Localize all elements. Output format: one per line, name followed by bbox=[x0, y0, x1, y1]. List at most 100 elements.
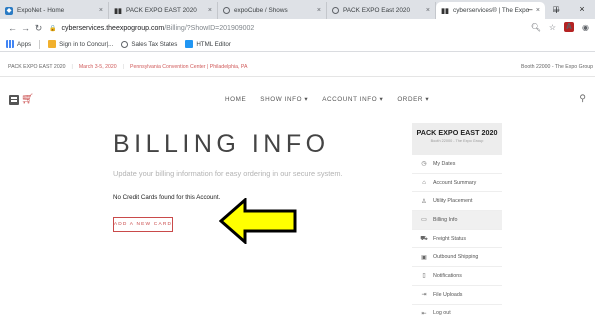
sidebar-subtitle: Booth 22000 - The Expo Group bbox=[430, 139, 484, 143]
truck-icon: ⛟ bbox=[420, 235, 428, 242]
profile-icon[interactable]: ◉ bbox=[582, 23, 589, 32]
yellow-arrow-annotation bbox=[219, 198, 297, 244]
bookmark-label: Apps bbox=[17, 40, 32, 48]
maximize-button[interactable]: □ bbox=[543, 4, 569, 14]
sidebar-item-label: My Dates bbox=[433, 160, 456, 167]
sidebar-item-label: Billing Info bbox=[433, 216, 458, 223]
site-header: 🛒︎ HOME SHOW INFO ▾ ACCOUNT INFO ▾ ORDER… bbox=[0, 78, 595, 126]
window-controls: – □ × bbox=[517, 0, 595, 18]
main-nav: HOME SHOW INFO ▾ ACCOUNT INFO ▾ ORDER ▾ bbox=[225, 96, 429, 103]
zoom-icon[interactable]: 🔍︎ bbox=[531, 23, 541, 32]
show-dates: March 3-5, 2020 bbox=[78, 63, 117, 70]
account-sidebar: PACK EXPO EAST 2020 Booth 22000 - The Ex… bbox=[412, 123, 502, 322]
tab-title: ExpoNet - Home bbox=[17, 7, 65, 14]
sidebar-item-label: Log out bbox=[433, 310, 451, 317]
bookmark-divider bbox=[39, 39, 41, 49]
sidebar-item-label: File Uploads bbox=[433, 291, 463, 298]
page-subtitle: Update your billing information for easy… bbox=[113, 169, 343, 178]
divider: | bbox=[71, 63, 73, 70]
close-tab-icon[interactable]: × bbox=[317, 7, 321, 14]
sidebar-item-log-out[interactable]: ⇤ Log out bbox=[412, 305, 502, 322]
arrow-shape bbox=[219, 198, 297, 244]
box-icon: ▣ bbox=[421, 254, 427, 261]
apps-icon bbox=[6, 40, 14, 48]
bookmark-apps[interactable]: Apps bbox=[6, 40, 31, 48]
packexpo-icon: ▮▮ bbox=[441, 7, 449, 15]
site-logo[interactable]: 🛒︎ bbox=[9, 94, 34, 105]
sidebar-title: PACK EXPO EAST 2020 bbox=[416, 128, 498, 137]
browser-tab[interactable]: ▮▮ PACK EXPO EAST 2020 × bbox=[109, 2, 218, 19]
bookmark-html-editor[interactable]: HTML Editor bbox=[185, 40, 231, 48]
logout-icon: ⇤ bbox=[421, 310, 427, 317]
bookmark-concur[interactable]: Sign in to Concur|... bbox=[48, 40, 113, 48]
utility-icon: ♙ bbox=[421, 198, 427, 205]
bookmark-label: Sign in to Concur|... bbox=[59, 40, 114, 48]
globe-icon bbox=[332, 7, 339, 14]
bell-icon: ▯ bbox=[422, 273, 426, 280]
bookmark-label: Sales Tax States bbox=[131, 40, 178, 48]
packexpo-icon: ▮▮ bbox=[114, 7, 122, 15]
cart-icon: 🛒︎ bbox=[21, 94, 34, 105]
sidebar-item-label: Freight Status bbox=[433, 235, 466, 242]
search-icon[interactable]: ⚲ bbox=[579, 93, 586, 104]
close-window-button[interactable]: × bbox=[569, 4, 595, 14]
reload-icon[interactable]: ↻ bbox=[32, 23, 45, 34]
bookmark-star-icon[interactable]: ☆ bbox=[549, 23, 556, 32]
show-name: PACK EXPO EAST 2020 bbox=[8, 63, 66, 70]
sidebar-item-label: Outbound Shipping bbox=[433, 254, 479, 261]
close-tab-icon[interactable]: × bbox=[99, 7, 103, 14]
nav-home[interactable]: HOME bbox=[225, 96, 246, 103]
sidebar-item-label: Utility Placement bbox=[433, 198, 473, 205]
nav-account-info[interactable]: ACCOUNT INFO ▾ bbox=[322, 96, 383, 103]
sidebar-item-freight-status[interactable]: ⛟ Freight Status bbox=[412, 230, 502, 249]
browser-tab[interactable]: PACK EXPO East 2020 × bbox=[327, 2, 436, 19]
page-title: BILLING INFO bbox=[113, 130, 330, 158]
sidebar-item-utility-placement[interactable]: ♙ Utility Placement bbox=[412, 192, 502, 212]
nav-show-info[interactable]: SHOW INFO ▾ bbox=[260, 96, 308, 103]
close-tab-icon[interactable]: × bbox=[208, 7, 212, 14]
sidebar-item-account-summary[interactable]: ⌂ Account Summary bbox=[412, 174, 502, 193]
sidebar-item-outbound-shipping[interactable]: ▣ Outbound Shipping bbox=[412, 248, 502, 268]
sidebar-item-my-dates[interactable]: ◷ My Dates bbox=[412, 155, 502, 174]
close-tab-icon[interactable]: × bbox=[426, 7, 430, 14]
divider: | bbox=[122, 63, 124, 70]
forward-icon[interactable]: → bbox=[19, 23, 32, 33]
clock-icon: ◷ bbox=[421, 161, 427, 168]
add-new-card-button[interactable]: ADD A NEW CARD bbox=[113, 217, 173, 232]
globe-icon bbox=[223, 7, 230, 14]
url-path: /Billing/?ShowID=201909002 bbox=[164, 24, 255, 32]
bookmarks-bar: Apps Sign in to Concur|... Sales Tax Sta… bbox=[0, 37, 595, 52]
toolbar-actions: 🔍︎ ☆ A ◉ bbox=[531, 22, 589, 32]
concur-icon bbox=[48, 40, 57, 48]
exponet-icon: ◆ bbox=[5, 6, 13, 15]
bookmark-label: HTML Editor bbox=[196, 40, 231, 48]
booth-info: Booth 22000 - The Expo Group bbox=[520, 63, 593, 70]
sidebar-item-billing-info[interactable]: ▭ Billing Info bbox=[412, 211, 502, 230]
nav-order[interactable]: ORDER ▾ bbox=[397, 96, 429, 103]
show-info-strip: PACK EXPO EAST 2020 | March 3-5, 2020 | … bbox=[0, 57, 595, 77]
card-icon: ▭ bbox=[421, 217, 427, 224]
url-field[interactable]: 🔒 cyberservices.theexpogroup.com/Billing… bbox=[49, 25, 254, 32]
tab-title: expoCube / Shows bbox=[234, 7, 288, 14]
extension-icon[interactable]: A bbox=[564, 22, 575, 32]
url-host: cyberservices.theexpogroup.com bbox=[61, 24, 165, 32]
sidebar-item-notifications[interactable]: ▯ Notifications bbox=[412, 267, 502, 286]
back-icon[interactable]: ← bbox=[6, 23, 19, 33]
sidebar-item-file-uploads[interactable]: ⇥ File Uploads bbox=[412, 286, 502, 305]
address-bar: ← → ↻ 🔒 cyberservices.theexpogroup.com/B… bbox=[0, 19, 595, 37]
empty-cards-message: No Credit Cards found for this Account. bbox=[113, 194, 221, 201]
browser-tab[interactable]: expoCube / Shows × bbox=[218, 2, 327, 19]
show-location: Pennsylvania Convention Center | Philade… bbox=[129, 63, 248, 70]
browser-tab[interactable]: ◆ ExpoNet - Home × bbox=[0, 2, 109, 19]
tab-title: PACK EXPO EAST 2020 bbox=[126, 7, 197, 14]
minimize-button[interactable]: – bbox=[517, 4, 543, 14]
tab-title: PACK EXPO East 2020 bbox=[343, 7, 411, 14]
menu-logo-icon bbox=[9, 94, 19, 105]
bookmark-sales-tax[interactable]: Sales Tax States bbox=[121, 40, 178, 48]
sidebar-item-label: Notifications bbox=[433, 272, 462, 279]
browser-tab-strip: ◆ ExpoNet - Home × ▮▮ PACK EXPO EAST 202… bbox=[0, 0, 595, 19]
account-icon: ⌂ bbox=[422, 179, 426, 186]
sidebar-item-label: Account Summary bbox=[433, 179, 477, 186]
lock-icon: 🔒 bbox=[49, 25, 57, 32]
upload-icon: ⇥ bbox=[421, 292, 427, 299]
